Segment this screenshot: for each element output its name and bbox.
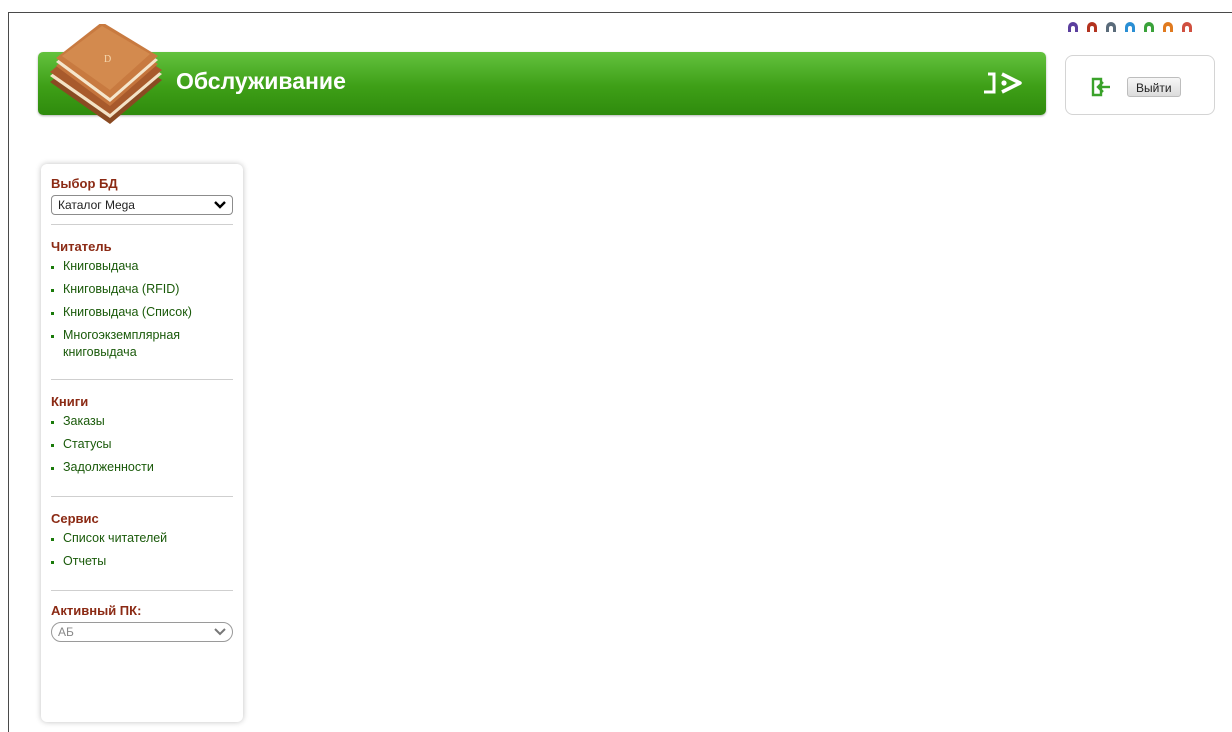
theme-swatch-icon[interactable] [1123,19,1137,33]
menu-item-label: Отчеты [63,554,107,568]
bullet-icon [51,444,54,447]
menu-item-label: Книговыдача (Список) [63,305,192,319]
divider [51,224,233,225]
theme-swatch-icon[interactable] [1066,19,1080,33]
service-section-title: Сервис [51,511,99,526]
theme-swatch-icon[interactable] [1142,19,1156,33]
divider [51,590,233,591]
service-menu: Список читателей Отчеты [51,530,233,570]
bullet-icon [51,335,54,338]
logo-icon [984,72,1022,94]
menu-item-label: Книговыдача [63,259,139,273]
books-icon: D [50,24,162,124]
menu-item-label: Заказы [63,414,105,428]
theme-swatch-icon[interactable] [1085,19,1099,33]
bullet-icon [51,538,54,541]
logout-icon[interactable] [1090,76,1112,98]
menu-item-debts[interactable]: Задолженности [51,459,233,476]
books-section-title: Книги [51,394,89,409]
sidebar: Выбор БД Каталог Mega Читатель Книговыда… [41,164,243,722]
page-title: Обслуживание [176,68,346,94]
db-select[interactable]: Каталог Mega [51,195,233,215]
bullet-icon [51,289,54,292]
menu-item-checkout-list[interactable]: Книговыдача (Список) [51,304,233,321]
menu-item-checkout[interactable]: Книговыдача [51,258,233,275]
divider [51,496,233,497]
menu-item-label: Многоэкземплярная книговыдача [63,328,181,359]
bullet-icon [51,312,54,315]
menu-item-label: Список читателей [63,531,168,545]
chevron-down-icon [214,628,226,636]
active-pc-select-value: АБ [58,625,74,639]
menu-item-readers-list[interactable]: Список читателей [51,530,233,547]
active-pc-section-title: Активный ПК: [51,603,142,618]
bullet-icon [51,561,54,564]
bullet-icon [51,467,54,470]
db-select-value: Каталог Mega [58,198,135,212]
menu-item-multi-copy-checkout[interactable]: Многоэкземплярная книговыдача [51,327,213,361]
theme-swatch-icon[interactable] [1180,19,1194,33]
menu-item-statuses[interactable]: Статусы [51,436,233,453]
bullet-icon [51,266,54,269]
theme-swatch-icon[interactable] [1161,19,1175,33]
menu-item-checkout-rfid[interactable]: Книговыдача (RFID) [51,281,233,298]
active-pc-select[interactable]: АБ [51,622,233,642]
bullet-icon [51,421,54,424]
books-menu: Заказы Статусы Задолженности [51,413,233,476]
divider [51,379,233,380]
chevron-down-icon [214,201,226,209]
reader-menu: Книговыдача Книговыдача (RFID) Книговыда… [51,258,233,361]
db-section-title: Выбор БД [51,176,118,191]
reader-section-title: Читатель [51,239,112,254]
logout-button[interactable]: Выйти [1127,77,1181,97]
menu-item-label: Статусы [63,437,112,451]
menu-item-label: Задолженности [63,460,154,474]
svg-text:D: D [104,54,111,65]
menu-item-reports[interactable]: Отчеты [51,553,233,570]
theme-swatch-icon[interactable] [1104,19,1118,33]
menu-item-label: Книговыдача (RFID) [63,282,180,296]
menu-item-orders[interactable]: Заказы [51,413,233,430]
theme-switcher [1066,19,1194,33]
